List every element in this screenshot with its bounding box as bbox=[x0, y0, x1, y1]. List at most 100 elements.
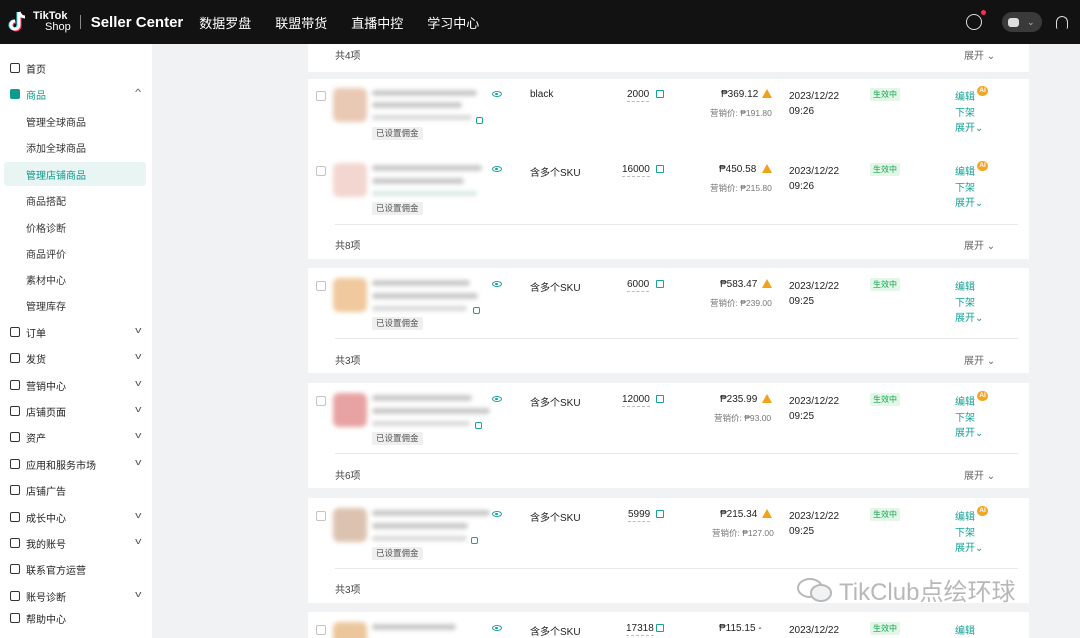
stock-value[interactable]: 12000 bbox=[622, 394, 650, 407]
topnav-live-control[interactable]: 直播中控 bbox=[351, 13, 403, 32]
edit-stock-icon[interactable] bbox=[656, 510, 664, 518]
group-expand-button[interactable]: 展开 ⌄ bbox=[964, 467, 995, 482]
warning-icon[interactable] bbox=[762, 89, 772, 98]
stock-value[interactable]: 16000 bbox=[622, 164, 650, 177]
product-title-blurred[interactable] bbox=[372, 395, 472, 401]
sidebar-item-manage-global[interactable]: 管理全球商品 bbox=[0, 109, 152, 133]
product-thumbnail[interactable] bbox=[333, 393, 367, 427]
delist-link[interactable]: 下架 bbox=[955, 104, 975, 119]
sidebar-item-store-page[interactable]: 店铺页面 v bbox=[0, 399, 152, 423]
edit-link[interactable]: 编辑 bbox=[955, 622, 975, 637]
row-expand-link[interactable]: 展开⌄ bbox=[955, 309, 983, 324]
product-thumbnail[interactable] bbox=[333, 163, 367, 197]
row-checkbox[interactable] bbox=[316, 166, 326, 176]
product-thumbnail[interactable] bbox=[333, 88, 367, 122]
group-expand-button[interactable]: 展开 ⌄ bbox=[964, 352, 995, 367]
edit-link[interactable]: 编辑 bbox=[955, 393, 975, 408]
product-title-blurred[interactable] bbox=[372, 90, 477, 96]
topnav-affiliate[interactable]: 联盟带货 bbox=[275, 13, 327, 32]
eye-icon[interactable] bbox=[492, 625, 502, 631]
group-expand-button[interactable]: 展开 ⌄ bbox=[964, 47, 995, 62]
support-icon[interactable] bbox=[966, 10, 986, 30]
edit-link[interactable]: 编辑 bbox=[955, 278, 975, 293]
warning-icon[interactable] bbox=[762, 164, 772, 173]
eye-icon[interactable] bbox=[492, 281, 502, 287]
sidebar-item-add-global[interactable]: 添加全球商品 bbox=[0, 135, 152, 159]
messages-dropdown[interactable]: ⌄ bbox=[1002, 12, 1042, 32]
chevron-down-icon: v bbox=[134, 404, 141, 414]
row-expand-link[interactable]: 展开⌄ bbox=[955, 194, 983, 209]
delist-link[interactable]: 下架 bbox=[955, 409, 975, 424]
sidebar-item-app-market[interactable]: 应用和服务市场 v bbox=[0, 452, 152, 476]
copy-icon[interactable] bbox=[471, 537, 478, 544]
stock-value[interactable]: 17318 bbox=[626, 623, 654, 636]
tiktok-shop-logo[interactable]: TikTok Shop bbox=[8, 0, 71, 44]
date-text: 2023/12/22 bbox=[789, 511, 840, 522]
product-title-blurred[interactable] bbox=[372, 280, 470, 286]
copy-icon[interactable] bbox=[473, 307, 480, 314]
stock-value[interactable]: 2000 bbox=[627, 89, 650, 102]
product-title-blurred[interactable] bbox=[372, 624, 456, 630]
warning-icon[interactable] bbox=[762, 279, 772, 288]
row-expand-link[interactable]: 展开⌄ bbox=[955, 119, 983, 134]
sidebar-item-diagnosis[interactable]: 账号诊断 v bbox=[0, 584, 152, 608]
sidebar-item-bundle[interactable]: 商品搭配 bbox=[0, 188, 152, 212]
sidebar-item-marketing[interactable]: 营销中心 v bbox=[0, 373, 152, 397]
sidebar-item-growth[interactable]: 成长中心 v bbox=[0, 505, 152, 529]
sidebar-item-help[interactable]: 帮助中心 bbox=[0, 606, 152, 630]
eye-icon[interactable] bbox=[492, 91, 502, 97]
edit-stock-icon[interactable] bbox=[656, 90, 664, 98]
sidebar-item-inventory[interactable]: 管理库存 bbox=[0, 293, 152, 317]
sidebar-item-reviews[interactable]: 商品评价 bbox=[0, 241, 152, 265]
topnav-learning-center[interactable]: 学习中心 bbox=[427, 13, 479, 32]
row-checkbox[interactable] bbox=[316, 91, 326, 101]
sidebar-item-product[interactable]: 商品 ^ bbox=[0, 82, 152, 106]
product-thumbnail[interactable] bbox=[333, 278, 367, 312]
sidebar-item-price-diagnosis[interactable]: 价格诊断 bbox=[0, 215, 152, 239]
sidebar-item-store-ads[interactable]: 店铺广告 bbox=[0, 478, 152, 502]
product-thumbnail[interactable] bbox=[333, 508, 367, 542]
expand-label: 展开 bbox=[964, 471, 984, 482]
row-expand-link[interactable]: 展开⌄ bbox=[955, 424, 983, 439]
topnav-data-compass[interactable]: 数据罗盘 bbox=[199, 13, 251, 32]
eye-icon[interactable] bbox=[492, 166, 502, 172]
bell-icon[interactable] bbox=[1056, 15, 1068, 29]
sidebar-item-orders[interactable]: 订单 v bbox=[0, 320, 152, 344]
sidebar-item-account[interactable]: 我的账号 v bbox=[0, 531, 152, 555]
delist-link[interactable]: 下架 bbox=[955, 179, 975, 194]
row-checkbox[interactable] bbox=[316, 511, 326, 521]
eye-icon[interactable] bbox=[492, 511, 502, 517]
warning-icon[interactable] bbox=[762, 394, 772, 403]
group-expand-button[interactable]: 展开 ⌄ bbox=[964, 237, 995, 252]
edit-stock-icon[interactable] bbox=[656, 280, 664, 288]
delist-link[interactable]: 下架 bbox=[955, 524, 975, 539]
row-checkbox[interactable] bbox=[316, 396, 326, 406]
product-title-blurred[interactable] bbox=[372, 510, 490, 516]
edit-stock-icon[interactable] bbox=[656, 165, 664, 173]
sidebar-item-manage-shop[interactable]: 管理店铺商品 bbox=[0, 162, 152, 186]
row-checkbox[interactable] bbox=[316, 625, 326, 635]
edit-stock-icon[interactable] bbox=[656, 395, 664, 403]
edit-link[interactable]: 编辑 bbox=[955, 88, 975, 103]
edit-link[interactable]: 编辑 bbox=[955, 508, 975, 523]
tiktok-logo-icon bbox=[8, 10, 30, 34]
sidebar-item-shipping[interactable]: 发货 v bbox=[0, 346, 152, 370]
product-title-blurred[interactable] bbox=[372, 165, 482, 171]
product-thumbnail[interactable] bbox=[333, 622, 367, 638]
sidebar-item-assets[interactable]: 素材中心 bbox=[0, 267, 152, 291]
sidebar-item-contact-ops[interactable]: 联系官方运营 bbox=[0, 557, 152, 581]
row-checkbox[interactable] bbox=[316, 281, 326, 291]
copy-icon[interactable] bbox=[476, 117, 483, 124]
delist-link[interactable]: 下架 bbox=[955, 294, 975, 309]
eye-icon[interactable] bbox=[492, 396, 502, 402]
stock-value[interactable]: 5999 bbox=[628, 509, 651, 522]
row-expand-link[interactable]: 展开⌄ bbox=[955, 539, 983, 554]
sidebar-item-assets-finance[interactable]: 资产 v bbox=[0, 425, 152, 449]
stock-value[interactable]: 6000 bbox=[627, 279, 650, 292]
edit-link[interactable]: 编辑 bbox=[955, 163, 975, 178]
edit-stock-icon[interactable] bbox=[656, 624, 664, 632]
copy-icon[interactable] bbox=[475, 422, 482, 429]
sidebar-item-home[interactable]: 首页 bbox=[0, 56, 152, 80]
warning-icon[interactable] bbox=[762, 509, 772, 518]
expand-label: 展开 bbox=[955, 313, 975, 324]
